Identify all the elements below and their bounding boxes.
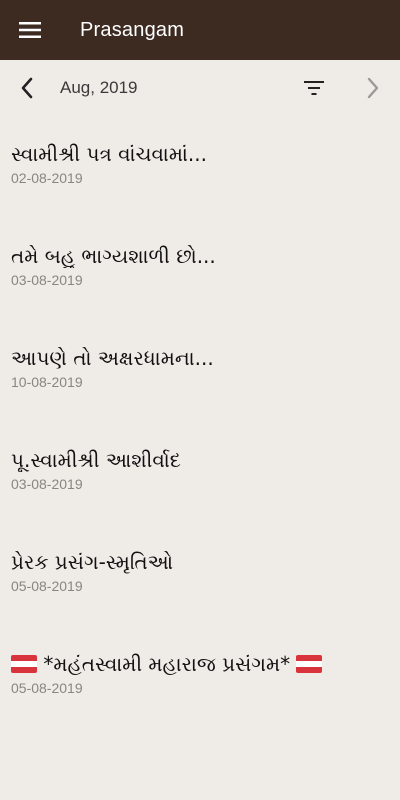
- item-date: 03-08-2019: [11, 272, 83, 288]
- month-navigation-bar: Aug, 2019: [0, 60, 400, 116]
- item-date: 05-08-2019: [11, 680, 83, 696]
- item-title: આપણે તો અક્ષરધામના...: [11, 346, 214, 370]
- app-title: Prasangam: [80, 18, 185, 41]
- item-date: 02-08-2019: [11, 170, 83, 186]
- chevron-right-icon: [367, 77, 379, 99]
- item-title: પૂ.સ્વામીશ્રી આશીર્વાદ: [11, 448, 181, 472]
- chevron-left-icon: [21, 77, 33, 99]
- prasang-list: સ્વામીશ્રી પત્ર વાંચવામાં... 02-08-2019 …: [0, 116, 400, 728]
- filter-icon: [304, 81, 324, 95]
- month-label: Aug, 2019: [60, 78, 138, 97]
- item-title-row: *મહંતસ્વામી મહારાજ પ્રસંગમ*: [11, 626, 400, 676]
- item-title: તમે બહુ ભાગ્યશાળી છો...: [11, 244, 216, 268]
- item-title: *મહંતસ્વામી મહારાજ પ્રસંગમ*: [43, 652, 291, 676]
- item-date: 03-08-2019: [11, 476, 83, 492]
- app-bar: Prasangam: [0, 0, 400, 60]
- list-item[interactable]: પ્રેરક પ્રસંગ-સ્મૃતિઓ 05-08-2019: [0, 524, 400, 626]
- item-title: સ્વામીશ્રી પત્ર વાંચવામાં...: [11, 142, 207, 166]
- item-title: પ્રેરક પ્રસંગ-સ્મૃતિઓ: [11, 550, 174, 574]
- list-item[interactable]: તમે બહુ ભાગ્યશાળી છો... 03-08-2019: [0, 218, 400, 320]
- previous-month-button[interactable]: [0, 60, 54, 116]
- menu-icon: [19, 22, 41, 38]
- next-month-button[interactable]: [356, 72, 390, 104]
- item-date: 10-08-2019: [11, 374, 83, 390]
- filter-button[interactable]: [296, 74, 332, 102]
- flag-icon: [11, 655, 37, 673]
- list-item[interactable]: પૂ.સ્વામીશ્રી આશીર્વાદ 03-08-2019: [0, 422, 400, 524]
- list-item[interactable]: સ્વામીશ્રી પત્ર વાંચવામાં... 02-08-2019: [0, 116, 400, 218]
- list-item[interactable]: આપણે તો અક્ષરધામના... 10-08-2019: [0, 320, 400, 422]
- flag-icon: [296, 655, 323, 673]
- menu-button[interactable]: [0, 0, 60, 60]
- list-item[interactable]: *મહંતસ્વામી મહારાજ પ્રસંગમ* 05-08-2019: [0, 626, 400, 728]
- item-date: 05-08-2019: [11, 578, 83, 594]
